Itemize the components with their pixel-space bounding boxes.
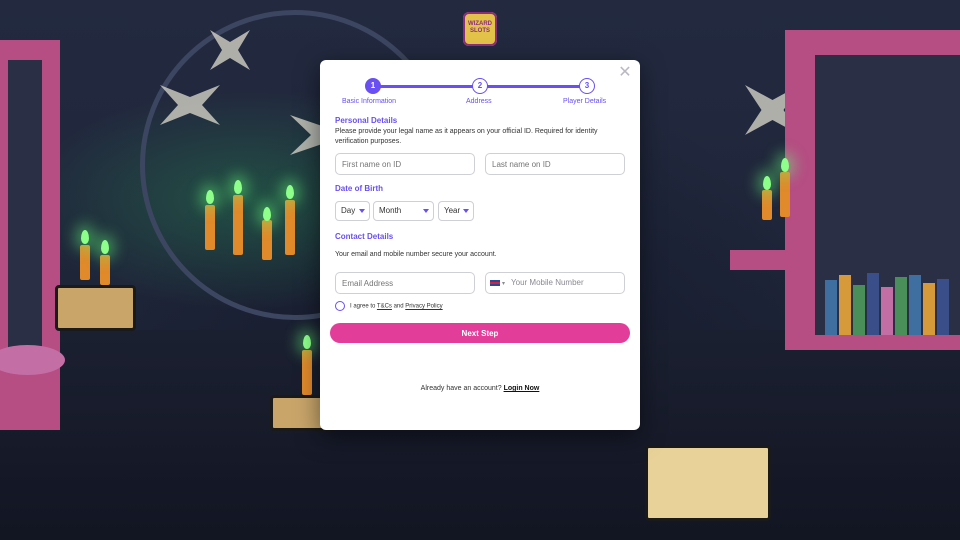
year-select[interactable]: Year bbox=[438, 201, 474, 221]
candle bbox=[285, 200, 295, 255]
terms-and: and bbox=[393, 303, 404, 310]
terms-checkbox[interactable] bbox=[335, 301, 345, 311]
candle bbox=[780, 172, 790, 217]
terms-agreement: I agree to T&Cs and Privacy Policy bbox=[335, 301, 443, 311]
candle bbox=[262, 220, 272, 260]
step-3-number: 3 bbox=[584, 81, 590, 90]
candle-flame bbox=[263, 207, 271, 221]
open-spellbook bbox=[645, 445, 771, 521]
uk-flag-icon[interactable] bbox=[490, 279, 500, 286]
mobile-placeholder: Your Mobile Number bbox=[511, 278, 584, 287]
candle-flame bbox=[81, 230, 89, 244]
candle bbox=[233, 195, 243, 255]
day-select[interactable]: Day bbox=[335, 201, 370, 221]
first-name-input[interactable] bbox=[335, 153, 475, 175]
email-input[interactable] bbox=[335, 272, 475, 294]
chevron-down-icon bbox=[463, 209, 469, 213]
contact-details-description: Your email and mobile number secure your… bbox=[335, 251, 497, 258]
candle bbox=[302, 350, 312, 395]
personal-details-heading: Personal Details bbox=[335, 116, 398, 125]
day-select-value: Day bbox=[341, 206, 356, 215]
brand-logo[interactable]: WIZARD SLOTS bbox=[463, 12, 497, 46]
candle bbox=[80, 245, 90, 280]
mobile-field[interactable]: ▾ Your Mobile Number bbox=[485, 272, 625, 294]
last-name-input[interactable] bbox=[485, 153, 625, 175]
contact-details-heading: Contact Details bbox=[335, 232, 394, 241]
login-now-link[interactable]: Login Now bbox=[504, 385, 540, 392]
step-3-indicator: 3 bbox=[579, 78, 595, 94]
candle-flame bbox=[101, 240, 109, 254]
step-2-label: Address bbox=[466, 98, 492, 105]
month-select-value: Month bbox=[379, 206, 402, 215]
date-of-birth-heading: Date of Birth bbox=[335, 184, 383, 193]
step-2-number: 2 bbox=[477, 81, 483, 90]
step-progress: 1 2 3 Basic Information Address Player D… bbox=[320, 78, 640, 110]
candle-flame bbox=[286, 185, 294, 199]
terms-link[interactable]: T&Cs bbox=[377, 304, 392, 310]
brand-logo-text: WIZARD SLOTS bbox=[468, 21, 492, 34]
right-bookshelf bbox=[785, 30, 960, 350]
step-3-label: Player Details bbox=[563, 98, 607, 105]
step-1-label: Basic Information bbox=[342, 98, 397, 105]
candle-flame bbox=[763, 176, 771, 190]
privacy-policy-link[interactable]: Privacy Policy bbox=[405, 304, 442, 310]
candle bbox=[762, 190, 772, 220]
chevron-down-icon bbox=[359, 209, 365, 213]
chevron-down-icon bbox=[423, 209, 429, 213]
month-select[interactable]: Month bbox=[373, 201, 434, 221]
personal-details-description: Please provide your legal name as it app… bbox=[335, 128, 598, 145]
candle bbox=[205, 205, 215, 250]
candle-flame bbox=[781, 158, 789, 172]
country-dropdown-icon[interactable]: ▾ bbox=[502, 281, 505, 287]
book-pile bbox=[55, 285, 136, 331]
side-table bbox=[730, 250, 790, 270]
terms-prefix: I agree to bbox=[350, 303, 376, 310]
step-2-indicator: 2 bbox=[472, 78, 488, 94]
step-1-indicator: 1 bbox=[365, 78, 381, 94]
candle-flame bbox=[234, 180, 242, 194]
step-1-number: 1 bbox=[370, 81, 376, 90]
login-prompt-text: Already have an account? bbox=[420, 385, 502, 392]
candle bbox=[100, 255, 110, 285]
candle-flame bbox=[206, 190, 214, 204]
candle-flame bbox=[303, 335, 311, 349]
registration-modal: ✕ 1 2 3 Basic Information Address Player… bbox=[320, 60, 640, 430]
next-step-button[interactable]: Next Step bbox=[330, 323, 630, 343]
login-prompt: Already have an account? Login Now bbox=[320, 385, 640, 392]
year-select-value: Year bbox=[444, 206, 461, 215]
